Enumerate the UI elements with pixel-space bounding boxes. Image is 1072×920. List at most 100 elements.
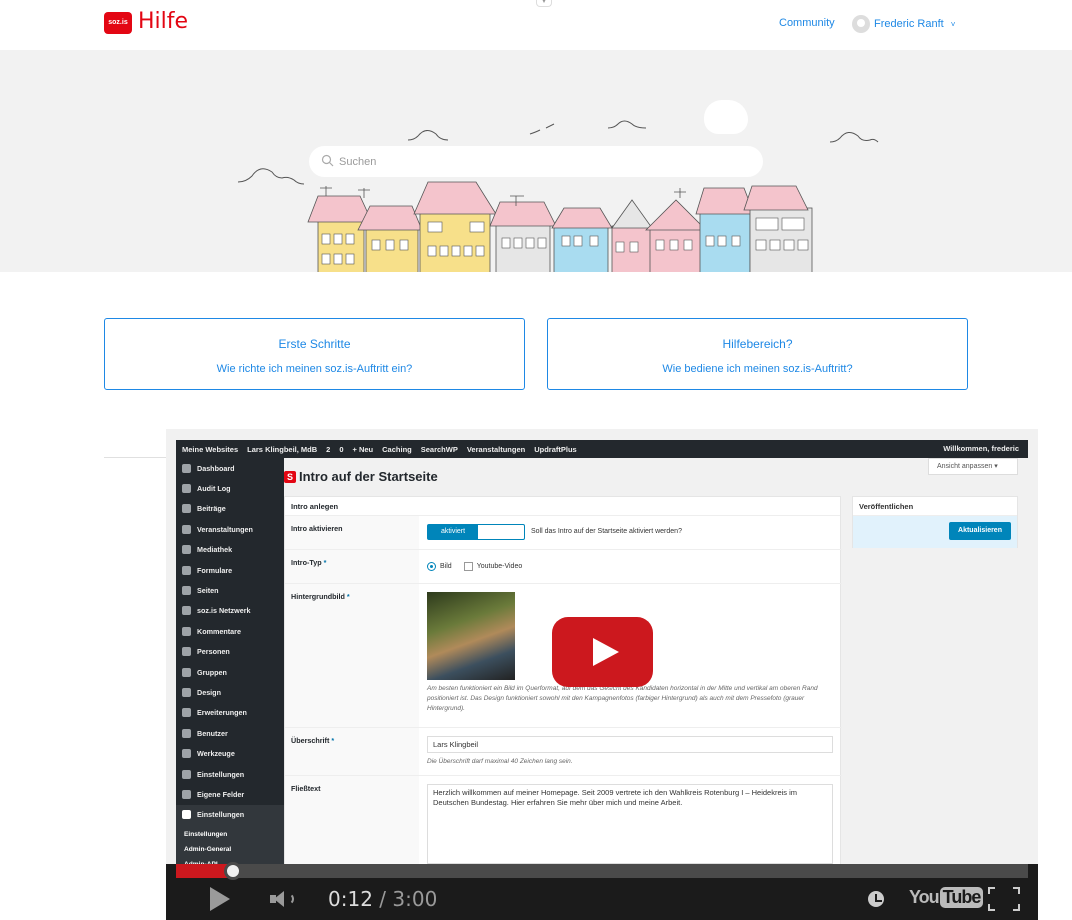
panel-header[interactable]: Intro anlegen (285, 497, 840, 516)
menu-icon (182, 504, 191, 514)
menu-icon (182, 728, 191, 738)
menu-icon (182, 626, 191, 636)
wp-admin-bar: Meine Websites Lars Klingbeil, MdB 2 0 +… (176, 440, 1028, 458)
sidebar-item[interactable]: Gruppen (176, 662, 284, 682)
adminbar-welcome[interactable]: Willkommen, frederic (943, 444, 1019, 453)
intro-type-options: Bild Youtube-Video (427, 562, 522, 571)
video-controls: 0:12 / 3:00 You Tube (166, 862, 1038, 920)
sidebar-item[interactable]: Dashboard (176, 458, 284, 478)
user-menu[interactable]: Frederic Ranft ˅ (852, 14, 955, 34)
menu-icon (182, 586, 191, 596)
sidebar-item[interactable]: Werkzeuge (176, 743, 284, 763)
submenu-item[interactable]: Einstellungen (176, 827, 284, 842)
row-activate: Intro aktivieren aktiviert Soll das Intr… (285, 516, 842, 550)
youtube-logo[interactable]: You Tube (909, 887, 984, 908)
adminbar-item[interactable]: + Neu (353, 445, 374, 454)
field-label: Intro-Typ * (285, 550, 419, 583)
sidebar-item[interactable]: Benutzer (176, 723, 284, 743)
field-label: Überschrift * (285, 728, 419, 775)
adminbar-item[interactable]: Caching (382, 445, 412, 454)
menu-icon (182, 606, 191, 616)
sidebar-item[interactable]: Formulare (176, 560, 284, 580)
toggle-question: Soll das Intro auf der Startseite aktivi… (531, 528, 682, 535)
menu-icon (182, 484, 191, 494)
card-subtitle: Wie bediene ich meinen soz.is-Auftritt? (662, 363, 853, 375)
youtube-video-embed[interactable]: Meine Websites Lars Klingbeil, MdB 2 0 +… (166, 429, 1038, 920)
sidebar-item[interactable]: Seiten (176, 580, 284, 600)
submenu-item[interactable]: Admin-General (176, 842, 284, 857)
adminbar-item[interactable]: 2 (326, 445, 330, 454)
time-display: 0:12 / 3:00 (328, 887, 438, 911)
control-row: 0:12 / 3:00 You Tube (176, 878, 1028, 920)
divider (104, 457, 168, 458)
pull-tab-icon[interactable]: ▾ (536, 0, 552, 7)
sidebar-item[interactable]: Kommentare (176, 621, 284, 641)
gear-icon (182, 810, 191, 820)
menu-icon (182, 749, 191, 759)
search-input[interactable] (339, 152, 739, 172)
background-photo[interactable] (427, 592, 515, 680)
progress-bar[interactable] (176, 862, 1028, 880)
adminbar-item[interactable]: Veranstaltungen (467, 445, 525, 454)
sidebar-item[interactable]: Eigene Felder (176, 784, 284, 804)
menu-icon (182, 708, 191, 718)
card-title: Erste Schritte (278, 337, 351, 351)
wp-sidebar: Dashboard Audit Log Beiträge Veranstaltu… (176, 458, 284, 920)
body-textarea[interactable]: Herzlich willkommen auf meiner Homepage.… (427, 784, 833, 864)
duration: 3:00 (392, 887, 438, 911)
sidebar-item[interactable]: Design (176, 682, 284, 702)
fullscreen-icon[interactable] (988, 887, 1020, 911)
card-subtitle: Wie richte ich meinen soz.is-Auftritt ei… (216, 363, 413, 375)
card-help-area[interactable]: Hilfebereich? Wie bediene ich meinen soz… (547, 318, 968, 390)
activate-toggle[interactable]: aktiviert (427, 524, 525, 540)
sidebar-item[interactable]: Mediathek (176, 540, 284, 560)
menu-icon (182, 463, 191, 473)
update-button[interactable]: Aktualisieren (949, 522, 1011, 540)
radio-bild[interactable] (427, 562, 436, 571)
sidebar-item[interactable]: Erweiterungen (176, 703, 284, 723)
play-icon[interactable] (210, 887, 230, 911)
menu-icon (182, 687, 191, 697)
row-intro-type: Intro-Typ * Bild Youtube-Video (285, 550, 842, 584)
card-first-steps[interactable]: Erste Schritte Wie richte ich meinen soz… (104, 318, 525, 390)
site-header: ▾ soz.is Hilfe Community Frederic Ranft … (0, 0, 1072, 50)
soz-is-logo[interactable]: soz.is (104, 12, 132, 34)
sidebar-item[interactable]: Personen (176, 642, 284, 662)
adminbar-item[interactable]: UpdraftPlus (534, 445, 577, 454)
adminbar-item[interactable]: SearchWP (421, 445, 458, 454)
headline-input[interactable]: Lars Klingbeil (427, 736, 833, 753)
menu-icon (182, 769, 191, 779)
watch-later-icon[interactable] (868, 891, 884, 907)
adminbar-item[interactable]: Lars Klingbeil, MdB (247, 445, 317, 454)
youtube-play-button[interactable] (552, 617, 653, 687)
sidebar-item[interactable]: Veranstaltungen (176, 519, 284, 539)
help-title[interactable]: Hilfe (138, 9, 188, 34)
publish-header[interactable]: Veröffentlichen (853, 497, 1017, 516)
volume-icon[interactable] (270, 888, 296, 910)
headline-hint: Die Überschrift darf maximal 40 Zeichen … (427, 758, 573, 765)
adminbar-item[interactable]: 0 (339, 445, 343, 454)
community-link[interactable]: Community (779, 17, 835, 29)
checkbox-youtube[interactable] (463, 562, 473, 571)
search-icon (321, 154, 334, 167)
sidebar-item[interactable]: Einstellungen (176, 764, 284, 784)
avatar-icon (852, 15, 870, 33)
current-time: 0:12 (328, 887, 373, 911)
sidebar-item-active[interactable]: Einstellungen (176, 804, 284, 826)
toggle-on-label: aktiviert (428, 525, 478, 539)
sidebar-item[interactable]: Audit Log (176, 478, 284, 498)
menu-icon (182, 545, 191, 555)
menu-icon (182, 524, 191, 534)
search-box[interactable] (309, 146, 763, 177)
adminbar-item[interactable]: Meine Websites (182, 445, 238, 454)
publish-panel: Veröffentlichen Aktualisieren (852, 496, 1018, 548)
menu-icon (182, 647, 191, 657)
sidebar-item[interactable]: soz.is Netzwerk (176, 601, 284, 621)
screen-options-button[interactable]: Ansicht anpassen ▾ (928, 458, 1018, 475)
cloud-decoration (704, 100, 748, 134)
menu-icon (182, 667, 191, 677)
wp-main: Ansicht anpassen ▾ S Intro auf der Starts… (284, 458, 1038, 920)
card-title: Hilfebereich? (722, 337, 793, 351)
sidebar-item[interactable]: Beiträge (176, 499, 284, 519)
user-name: Frederic Ranft (874, 18, 944, 30)
